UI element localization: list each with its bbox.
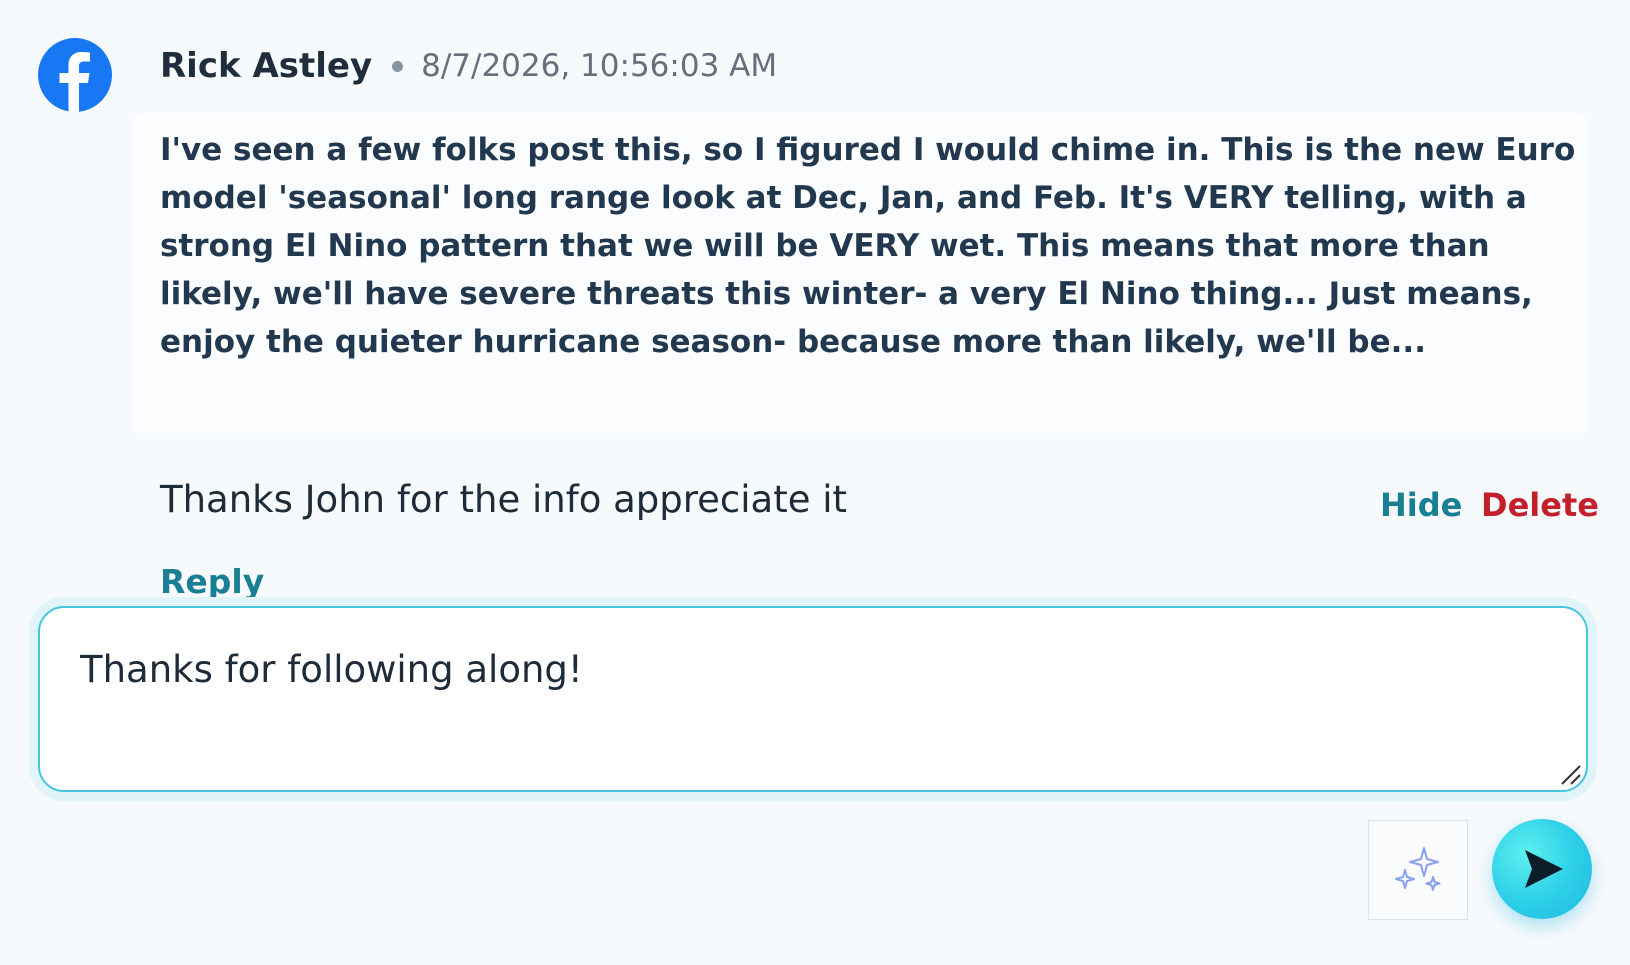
reply-box: Thanks for following along! bbox=[38, 606, 1588, 792]
send-icon bbox=[1525, 850, 1563, 888]
hide-button[interactable]: Hide bbox=[1380, 486, 1462, 524]
sparkles-icon bbox=[1395, 847, 1441, 891]
resize-handle-icon[interactable] bbox=[1558, 762, 1582, 786]
comment-text: Thanks John for the info appreciate it bbox=[160, 478, 848, 521]
post-excerpt: I've seen a few folks post this, so I fi… bbox=[160, 132, 1576, 360]
ai-assist-button[interactable] bbox=[1368, 820, 1468, 920]
reply-button[interactable]: Reply bbox=[160, 562, 264, 601]
separator-dot bbox=[392, 60, 404, 72]
facebook-icon bbox=[38, 38, 112, 112]
comment-header: Rick Astley 8/7/2026, 10:56:03 AM bbox=[160, 42, 777, 90]
comment-timestamp: 8/7/2026, 10:56:03 AM bbox=[421, 48, 778, 84]
delete-button[interactable]: Delete bbox=[1481, 486, 1599, 524]
reply-input[interactable]: Thanks for following along! bbox=[80, 648, 1540, 748]
send-button[interactable] bbox=[1492, 819, 1592, 919]
author-name: Rick Astley bbox=[160, 46, 373, 86]
